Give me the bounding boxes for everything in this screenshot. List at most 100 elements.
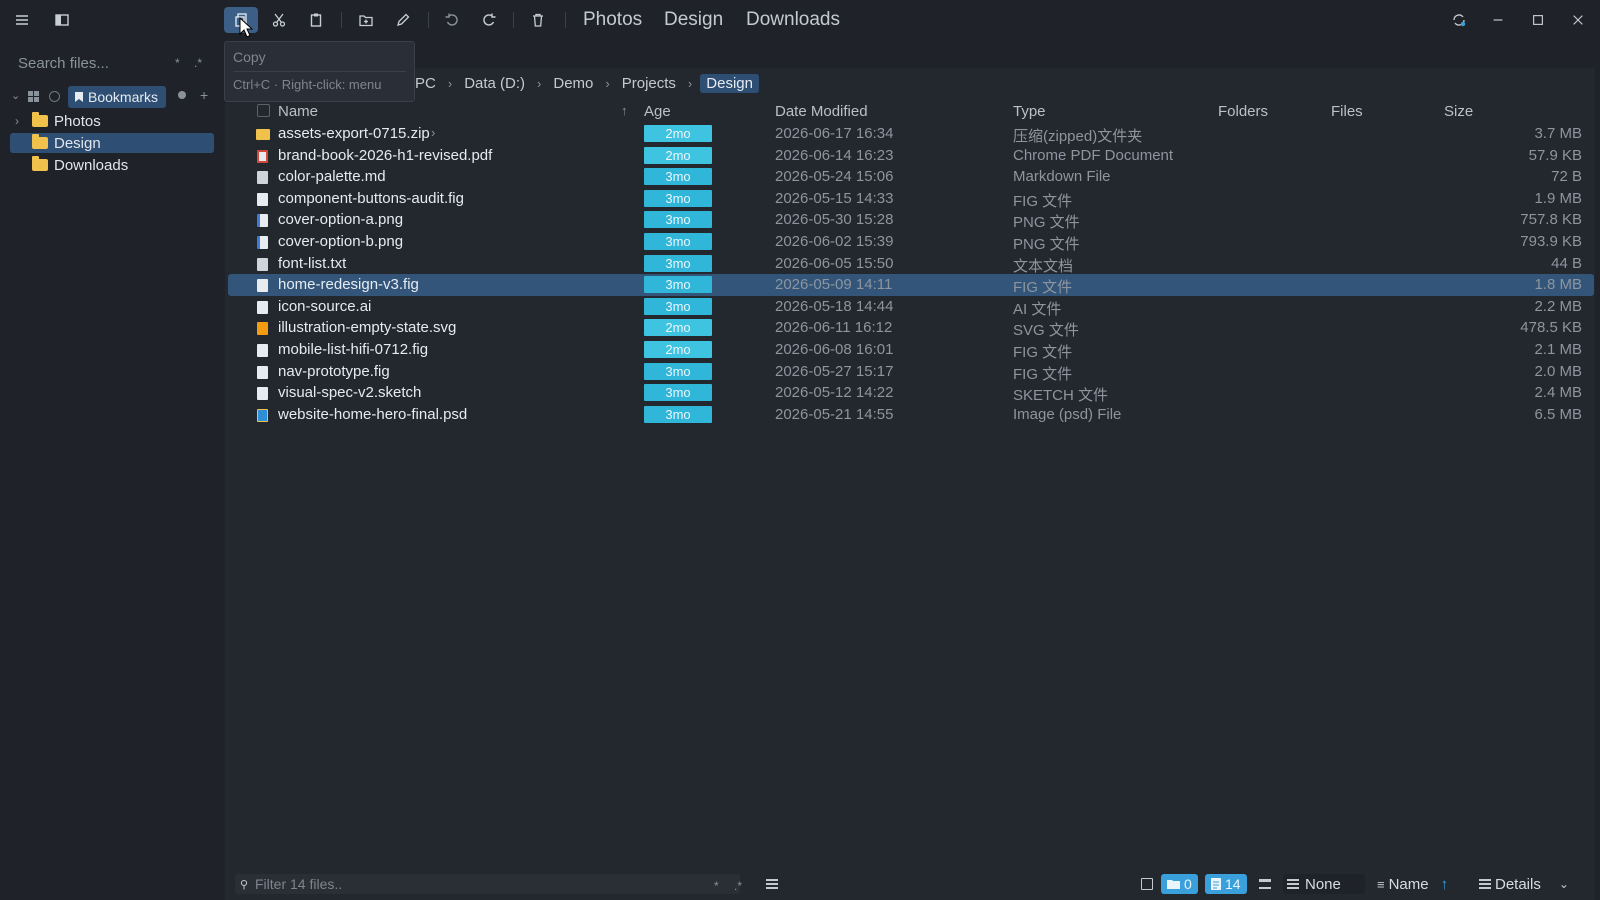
expand-chevron-icon[interactable]: ›	[10, 114, 24, 128]
add-bookmark-user-icon[interactable]	[178, 91, 186, 99]
table-row[interactable]: visual-spec-v2.sketch 3mo 2026-05-12 14:22…	[228, 382, 1594, 404]
table-row[interactable]: font-list.txt 3mo 2026-06-05 15:50 文本文档 44 B	[228, 253, 1594, 275]
folder-count-badge[interactable]: 0	[1161, 874, 1198, 894]
tab-photos[interactable]: Photos	[583, 9, 642, 31]
folder-icon	[1167, 880, 1180, 889]
breadcrumb-data-drive[interactable]: Data (D:)	[460, 74, 529, 93]
close-button[interactable]	[1567, 9, 1589, 31]
sidebar-item-label: Downloads	[54, 156, 129, 174]
column-age[interactable]: Age	[644, 103, 671, 120]
select-all-checkbox[interactable]	[257, 104, 270, 117]
collapse-chevron-icon[interactable]: ⌄	[11, 89, 20, 102]
view-mode-select[interactable]: Details ⌄	[1479, 874, 1569, 894]
table-row[interactable]: nav-prototype.fig 3mo 2026-05-27 15:17 FIG …	[228, 361, 1594, 383]
minimize-icon	[1493, 19, 1503, 21]
breadcrumb-projects[interactable]: Projects	[618, 74, 680, 93]
column-date-modified[interactable]: Date Modified	[775, 103, 868, 120]
trash-icon	[533, 13, 543, 27]
sync-icon	[1453, 14, 1466, 27]
age-badge: 2mo	[644, 125, 712, 142]
breadcrumb-pc[interactable]: PC	[411, 74, 440, 93]
tab-design[interactable]: Design	[664, 9, 723, 31]
table-row[interactable]: color-palette.md 3mo 2026-05-24 15:06 Markd…	[228, 166, 1594, 188]
age-badge: 3mo	[644, 405, 712, 423]
rename-button[interactable]	[386, 7, 420, 33]
group-by-icon[interactable]	[1259, 874, 1271, 894]
file-type: FIG 文件	[1013, 192, 1073, 210]
breadcrumb-demo[interactable]: Demo	[549, 74, 597, 93]
filter-input[interactable]	[235, 874, 740, 894]
age-badge: 2mo	[644, 341, 712, 358]
column-files[interactable]: Files	[1331, 103, 1363, 120]
filter-options-button[interactable]	[766, 874, 778, 894]
group-by-select[interactable]: None	[1283, 874, 1365, 894]
file-size: 793.9 KB	[1520, 233, 1582, 250]
table-row[interactable]: mobile-list-hifi-0712.fig 2mo 2026-06-08 1…	[228, 339, 1594, 361]
column-size[interactable]: Size	[1444, 103, 1473, 120]
sort-icon: ≡	[1377, 876, 1385, 892]
table-row[interactable]: cover-option-a.png 3mo 2026-05-30 15:28 PNG…	[228, 209, 1594, 231]
date-modified: 2026-05-21 14:55	[775, 405, 894, 423]
grid-view-icon[interactable]	[28, 91, 39, 102]
undo-button[interactable]	[435, 7, 469, 33]
select-checkbox-toggle[interactable]	[1141, 878, 1153, 890]
column-folders[interactable]: Folders	[1218, 103, 1268, 120]
column-type[interactable]: Type	[1013, 103, 1046, 120]
breadcrumb-design[interactable]: Design	[700, 73, 759, 93]
tooltip-title: Copy	[233, 49, 266, 65]
table-row[interactable]: website-home-hero-final.psd 3mo 2026-05-21…	[228, 404, 1594, 426]
toggle-sidebar-button[interactable]	[45, 7, 79, 33]
maximize-button[interactable]	[1527, 9, 1549, 31]
table-row[interactable]: component-buttons-audit.fig 3mo 2026-05-15…	[228, 188, 1594, 210]
tooltip-hint: Ctrl+C · Right-click: menu	[233, 77, 382, 92]
toolbar-divider	[341, 12, 342, 28]
bookmarks-tab[interactable]: Bookmarks	[68, 86, 167, 108]
file-name: cover-option-a.png	[278, 211, 404, 229]
redo-button[interactable]	[472, 7, 506, 33]
chevron-down-icon: ⌄	[1558, 877, 1569, 891]
sidebar-item-design[interactable]: Design	[10, 133, 214, 153]
add-bookmark-icon[interactable]: +	[200, 87, 208, 103]
sidebar-item-label: Photos	[54, 112, 101, 130]
file-type: Chrome PDF Document	[1013, 146, 1174, 164]
age-badge: 3mo	[644, 297, 712, 315]
search-wildcard-toggle[interactable]: *	[175, 56, 180, 70]
menu-button[interactable]	[5, 7, 39, 33]
file-count-badge[interactable]: 14	[1205, 874, 1247, 894]
table-row[interactable]: brand-book-2026-h1-revised.pdf 2mo 2026-06…	[228, 145, 1594, 167]
sidebar-item-downloads[interactable]: Downloads	[10, 155, 214, 175]
age-badge: 3mo	[644, 384, 712, 402]
age-badge: 3mo	[644, 362, 712, 380]
svg-icon	[257, 322, 268, 336]
sort-direction-icon[interactable]: ↑	[1441, 876, 1449, 893]
column-name[interactable]: Name	[278, 103, 318, 120]
date-modified: 2026-05-24 15:06	[775, 168, 894, 186]
search-regex-toggle[interactable]: .*	[194, 56, 202, 70]
filter-wildcard-toggle[interactable]: *	[714, 879, 719, 893]
delete-button[interactable]	[521, 7, 555, 33]
table-row[interactable]: cover-option-b.png 3mo 2026-06-02 15:39 PNG…	[228, 231, 1594, 253]
minimize-button[interactable]	[1487, 9, 1509, 31]
file-size: 6.5 MB	[1534, 405, 1582, 423]
date-modified: 2026-05-15 14:33	[775, 189, 894, 207]
history-icon[interactable]	[49, 91, 60, 102]
file-type: PNG 文件	[1013, 236, 1080, 253]
table-row[interactable]: assets-export-0715.zip 2mo 2026-06-17 16:3…	[228, 123, 1594, 145]
table-row[interactable]: icon-source.ai 3mo 2026-05-18 14:44 AI 文件 2.…	[228, 296, 1594, 318]
expand-chevron-icon[interactable]: ›	[431, 125, 435, 140]
tab-downloads[interactable]: Downloads	[746, 9, 840, 31]
file-size: 44 B	[1551, 254, 1582, 272]
cut-button[interactable]	[262, 7, 296, 33]
sync-button[interactable]	[1448, 9, 1470, 31]
new-folder-button[interactable]	[349, 7, 383, 33]
scissors-icon	[272, 13, 286, 27]
paste-button[interactable]	[299, 7, 333, 33]
sort-by-select[interactable]: ≡ Name ↑	[1377, 874, 1448, 894]
filter-regex-toggle[interactable]: .*	[734, 879, 742, 893]
table-row[interactable]: home-redesign-v3.fig 3mo 2026-05-09 14:11 F…	[228, 274, 1594, 297]
list-icon	[1287, 879, 1299, 889]
psd-icon	[257, 408, 268, 422]
date-modified: 2026-05-27 15:17	[775, 362, 894, 380]
sidebar-item-photos[interactable]: › Photos	[10, 111, 214, 131]
table-row[interactable]: illustration-empty-state.svg 2mo 2026-06-1…	[228, 317, 1594, 339]
